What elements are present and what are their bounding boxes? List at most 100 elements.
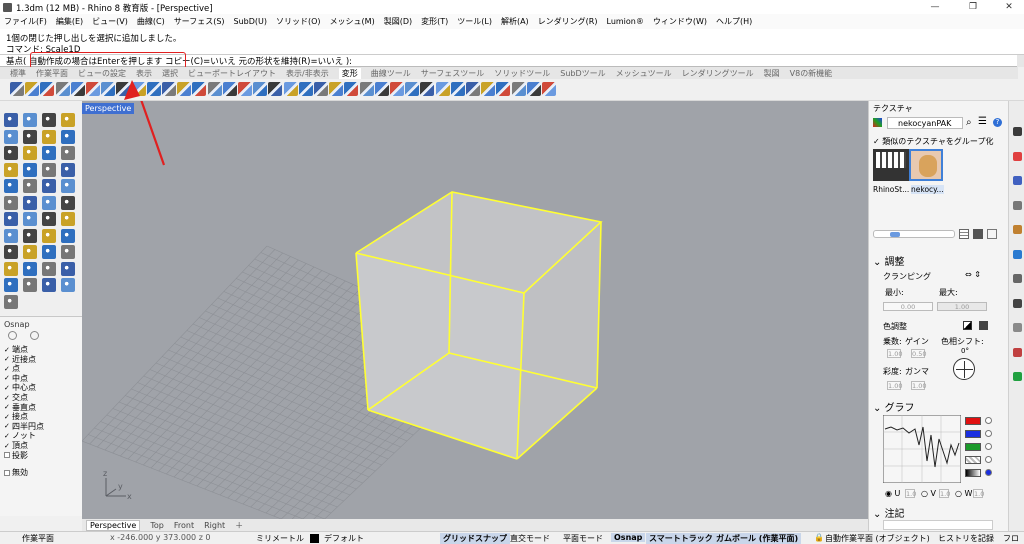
minimize-button[interactable]: — [924,1,946,13]
palette-tool-icon[interactable] [4,228,18,243]
menu-item[interactable]: ウィンドウ(W) [653,16,707,27]
panel-tab-icon[interactable] [1013,274,1022,283]
palette-tool-icon[interactable] [61,162,75,177]
check-icon[interactable]: ✓ [4,346,10,353]
ortho-toggle[interactable]: 直交モード [510,533,550,544]
texture-thumbnail-rhino[interactable] [873,149,909,181]
palette-tool-icon[interactable] [4,195,18,210]
check-icon[interactable]: ✓ [4,404,10,411]
menu-item[interactable]: ファイル(F) [4,16,47,27]
clamp-icons[interactable]: ⇔ ⇕ [965,270,981,279]
gumball-toggle[interactable]: ガムボール (作業平面) [713,533,802,544]
osnap-toggle[interactable]: Osnap [611,533,646,542]
texture-selector[interactable]: nekocyanPAK [887,117,963,129]
palette-tool-icon[interactable] [4,245,18,259]
toolbar-tab[interactable]: SubDツール [560,68,605,79]
palette-tool-icon[interactable] [61,129,75,144]
u-value[interactable]: 1.0 [905,489,916,498]
toolbar-tab[interactable]: 曲線ツール [371,68,411,79]
menu-item[interactable]: 変形(T) [421,16,448,27]
panel-tab-icon[interactable] [1013,200,1022,210]
menu-item[interactable]: SubD(U) [234,17,267,26]
panel-tab-icon[interactable] [1013,323,1022,332]
palette-tool-icon[interactable] [61,261,75,276]
palette-tool-icon[interactable] [4,162,18,177]
graph-canvas[interactable] [883,415,961,483]
toolbar-tool-icon[interactable] [390,82,404,96]
list-view-icon[interactable] [973,229,983,239]
checkbox[interactable] [4,469,10,476]
check-icon[interactable]: ✓ [4,432,10,439]
check-icon[interactable]: ✓ [4,384,10,391]
notes-header[interactable]: ⌄ 注記 [873,505,905,520]
viewport-tab[interactable]: Perspective [86,519,141,531]
graph-channel-radio[interactable] [985,443,992,450]
graph-header[interactable]: ⌄ グラフ [873,399,915,414]
lock-icon[interactable]: 🔒 [814,533,824,542]
menu-item[interactable]: メッシュ(M) [330,16,375,27]
toolbar-tab[interactable]: ソリッドツール [494,68,550,79]
toolbar-tool-icon[interactable] [405,82,420,96]
palette-tool-icon[interactable] [42,195,56,210]
toolbar-tool-icon[interactable] [344,82,359,96]
palette-tool-icon[interactable] [4,113,18,127]
grid-snap-toggle[interactable]: グリッドスナップ [440,533,510,544]
menu-item[interactable]: ソリッド(O) [276,16,321,27]
panel-tab-icon[interactable] [1013,249,1022,259]
max-value-field[interactable]: 1.00 [937,302,987,311]
palette-tool-icon[interactable] [42,245,56,259]
graph-channel-swatch[interactable] [965,430,981,438]
graph-channel-radio[interactable] [985,469,992,476]
palette-tool-icon[interactable] [61,245,75,259]
smart-track-toggle[interactable]: スマートトラック [646,533,716,544]
palette-tool-icon[interactable] [61,212,75,226]
panel-tab-icon[interactable] [1013,347,1022,357]
toolbar-tab[interactable]: 選択 [162,68,178,79]
radio-u[interactable]: ◉ U [885,489,900,498]
palette-tool-icon[interactable] [42,146,56,160]
toolbar-tool-icon[interactable] [298,82,313,96]
palette-tool-icon[interactable] [4,212,18,226]
tree-view-icon[interactable] [987,229,997,239]
toolbar-tab[interactable]: サーフェスツール [421,68,485,79]
palette-tool-icon[interactable] [42,261,56,276]
palette-tool-icon[interactable] [61,179,75,193]
check-icon[interactable]: ✓ [4,356,10,363]
w-value[interactable]: 1.0 [973,489,984,498]
history-toggle[interactable]: ヒストリを記録 [938,533,994,544]
osnap-item[interactable]: 無効 [4,467,28,478]
toolbar-tool-icon[interactable] [55,82,70,96]
toolbar-tool-icon[interactable] [481,82,496,96]
check-icon[interactable]: ✓ [4,365,10,372]
toolbar-tab[interactable]: ビューポートレイアウト [188,68,276,79]
toolbar-tab[interactable]: 標準 [10,68,26,79]
hue-dial[interactable] [953,358,975,380]
toolbar-tool-icon[interactable] [466,82,480,96]
toolbar-tool-icon[interactable] [542,82,556,96]
palette-tool-icon[interactable] [4,261,18,276]
palette-tool-icon[interactable] [61,146,75,160]
palette-tool-icon[interactable] [42,113,56,127]
menu-icon[interactable]: ☰ [978,116,987,127]
status-units[interactable]: ミリメートル [256,533,304,544]
check-icon[interactable]: ✓ [4,442,10,449]
filter-toggle[interactable]: フロ [1003,533,1019,544]
palette-tool-icon[interactable] [42,129,56,144]
toolbar-tool-icon[interactable] [162,82,176,96]
menu-item[interactable]: 解析(A) [501,16,529,27]
toolbar-tool-icon[interactable] [496,82,511,96]
check-icon[interactable]: ✓ [4,413,10,420]
osnap-item[interactable]: 投影 [4,450,28,461]
palette-tool-icon[interactable] [4,146,18,160]
toolbar-tool-icon[interactable] [238,82,252,96]
palette-tool-icon[interactable] [23,278,37,292]
panel-tab-icon[interactable] [1013,298,1022,308]
palette-tool-icon[interactable] [23,179,37,193]
panel-tab-icon[interactable] [1013,151,1022,161]
palette-tool-icon[interactable] [4,278,18,292]
toolbar-tab[interactable]: レンダリングツール [682,68,754,79]
menu-item[interactable]: 曲線(C) [137,16,165,27]
palette-tool-icon[interactable] [4,294,18,309]
menu-item[interactable]: ツール(L) [457,16,492,27]
command-prompt-options[interactable]: コピー(C)=いいえ 元の形状を維持(R)=いいえ ): [162,57,352,67]
